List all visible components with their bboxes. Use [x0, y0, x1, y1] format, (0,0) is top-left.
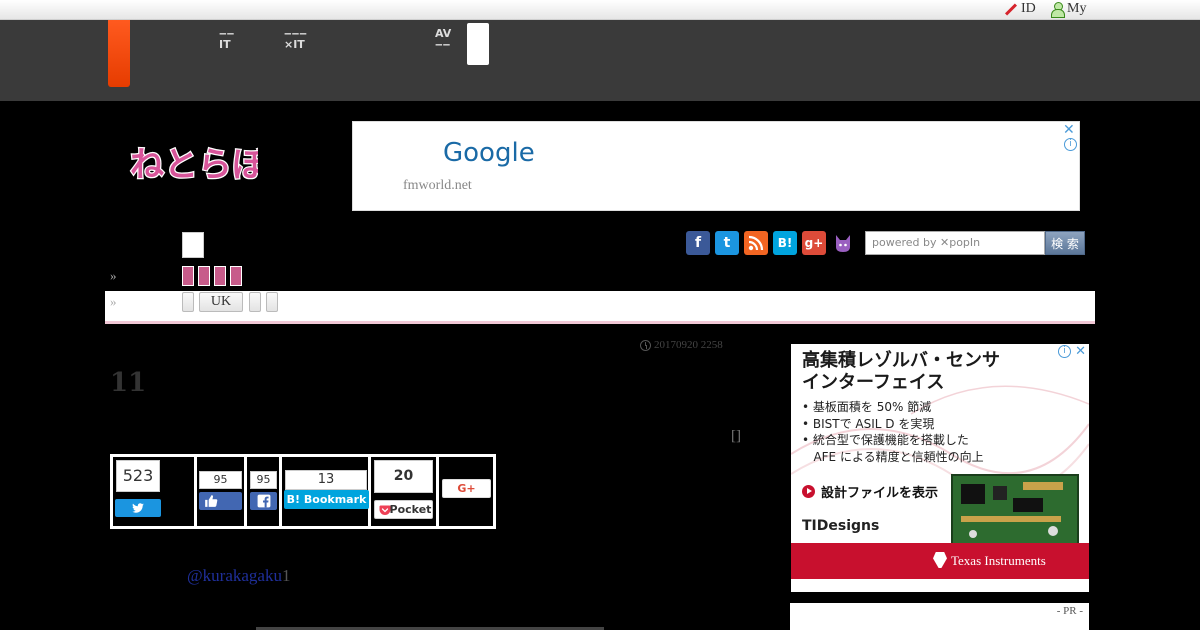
article-bracket: [] [731, 428, 741, 444]
top-ad-banner[interactable]: Google fmworld.net ✕ i [352, 121, 1080, 211]
cat-glyph [836, 235, 850, 252]
nav-category-4[interactable] [230, 266, 242, 286]
ad-right-headline: 高集積レゾルバ・センサ インターフェイス [802, 350, 1000, 394]
ad-right-close-icon[interactable]: ✕ [1075, 344, 1086, 359]
twitter-icon[interactable]: t [715, 231, 739, 255]
id-label: ID [1021, 1, 1036, 16]
ad-cta-text: 設計ファイルを表示 [821, 486, 939, 501]
fb-share-count: 95 [250, 471, 277, 489]
ad-headline: Google [443, 138, 535, 168]
cat-icon[interactable] [831, 231, 855, 255]
tweet-button[interactable] [115, 499, 161, 517]
circuit-board-detail [961, 482, 1063, 538]
network-link-1-line2: IT [219, 38, 231, 51]
hatena-bookmark-button[interactable]: B! Bookmark [284, 490, 369, 509]
play-icon [802, 485, 815, 498]
subnav-button-4[interactable] [266, 292, 278, 312]
ad-right-headline-2: インターフェイス [802, 372, 945, 393]
network-link-2[interactable]: ‒‒‒ ×IT [284, 28, 307, 50]
pr-box: - PR - [790, 603, 1089, 630]
network-header: ‒‒ IT ‒‒‒ ×IT AV ‒‒ [0, 20, 1200, 101]
pocket-icon [379, 505, 391, 515]
nav-category-1[interactable] [182, 266, 194, 286]
ad-bullet-3: • 統合型で保護機能を搭載した [802, 433, 969, 447]
ad-close-icon[interactable]: ✕ [1063, 123, 1077, 137]
ti-logo-icon [933, 552, 947, 568]
sub-navigation: » UK [105, 291, 1095, 324]
subnav-button-3[interactable] [249, 292, 261, 312]
author-handle[interactable]: @kurakagaku1 [187, 566, 290, 586]
nav-home-button[interactable] [182, 232, 204, 258]
article-title: 11 [110, 368, 147, 398]
share-twitter: 523 [113, 457, 197, 526]
facebook-icon[interactable]: f [686, 231, 710, 255]
network-link-2-line2: ×IT [284, 38, 305, 51]
search-button[interactable]: 検 索 [1045, 231, 1085, 255]
ad-right-headline-1: 高集積レゾルバ・センサ [802, 350, 1000, 371]
ad-info-icon[interactable]: i [1064, 138, 1077, 151]
pocket-label: Pocket [389, 503, 432, 516]
subnav-raquo: » [110, 294, 117, 309]
pr-label: - PR - [1056, 605, 1083, 617]
share-buttons: 523 95 95 13 B! Bookmark 20 Pocket G+ [110, 454, 496, 529]
share-facebook: 95 [247, 457, 282, 526]
share-googleplus: G+ [439, 457, 496, 526]
network-link-3-line2: ‒‒ [435, 38, 451, 51]
subnav-button-uk[interactable]: UK [199, 292, 243, 312]
author-handle-text[interactable]: @kurakagaku [187, 566, 282, 585]
ad-bullet-2: • BISTで ASIL D を実現 [802, 416, 935, 431]
share-facebook-like: 95 [197, 457, 247, 526]
nav-category-3[interactable] [214, 266, 226, 286]
share-hatena: 13 B! Bookmark [282, 457, 371, 526]
network-link-1[interactable]: ‒‒ IT [219, 28, 234, 50]
twitter-bird-icon [132, 503, 144, 513]
ti-brand-bar: Texas Instruments [791, 543, 1089, 579]
nav-raquo: » [110, 268, 117, 283]
tidesigns-logo: TIDesigns [802, 518, 880, 534]
rss-icon[interactable] [744, 231, 768, 255]
id-link[interactable]: ID [1003, 1, 1036, 17]
like-button[interactable] [199, 492, 242, 510]
googleplus-button[interactable]: G+ [442, 479, 491, 498]
ad-bullet-4: AFE による精度と信頼性の向上 [802, 449, 984, 464]
author-handle-suffix: 1 [281, 566, 291, 585]
hatena-icon[interactable]: B! [773, 231, 797, 255]
my-label: My [1067, 1, 1087, 16]
ti-brand-text: Texas Instruments [951, 553, 1046, 568]
home-tab[interactable] [108, 20, 130, 87]
facebook-f-icon [257, 494, 270, 508]
subnav-button-1[interactable] [182, 292, 194, 312]
ad-url: fmworld.net [403, 178, 472, 193]
pencil-icon [1003, 2, 1017, 16]
circuit-board-image [951, 474, 1079, 548]
logo-text: ねとらぼ [130, 145, 258, 185]
article-date-text: 20170920 2258 [654, 339, 723, 351]
like-count: 95 [199, 471, 242, 489]
ad-bullet-1: • 基板面積を 50% 節減 [802, 400, 932, 414]
search-input[interactable]: powered by ✕popIn [865, 231, 1045, 255]
hatena-count: 13 [285, 470, 367, 490]
ad-right-info-icon[interactable]: i [1058, 345, 1071, 358]
network-search-box[interactable] [467, 23, 489, 65]
article-date: 20170920 2258 [640, 339, 723, 351]
fb-share-button[interactable] [250, 492, 277, 510]
rss-glyph [748, 235, 764, 251]
my-link[interactable]: My [1051, 1, 1087, 18]
ad-right-bullets: • 基板面積を 50% 節減 • BISTで ASIL D を実現 • 統合型で… [802, 399, 984, 465]
thumbs-up-icon [204, 495, 217, 507]
nav-category-2[interactable] [198, 266, 210, 286]
site-logo[interactable]: ねとらぼ [128, 140, 258, 188]
googleplus-icon[interactable]: g+ [802, 231, 826, 255]
top-utility-bar: ID My [0, 0, 1200, 20]
pocket-count: 20 [374, 460, 433, 493]
ad-cta[interactable]: 設計ファイルを表示 [802, 482, 938, 501]
network-link-3[interactable]: AV ‒‒ [435, 28, 451, 50]
user-icon [1051, 2, 1065, 18]
twitter-count: 523 [116, 460, 160, 492]
share-pocket: 20 Pocket [371, 457, 439, 526]
clock-icon [640, 339, 651, 351]
sidebar-ad[interactable]: 高集積レゾルバ・センサ インターフェイス • 基板面積を 50% 節減 • BI… [791, 344, 1089, 592]
